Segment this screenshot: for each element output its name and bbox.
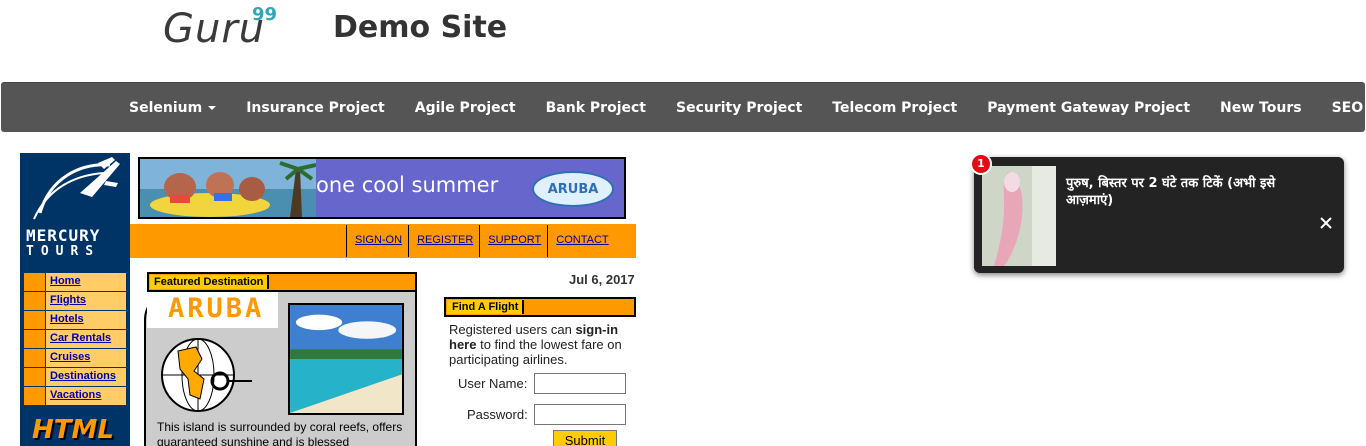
nav-item-payment-gateway-project[interactable]: Payment Gateway Project — [972, 100, 1205, 116]
notification-text[interactable]: पुरुष, बिस्तर पर 2 घंटे तक टिकें (अभी इस… — [1066, 175, 1302, 209]
find-flight-intro: Registered users can sign-in here to fin… — [449, 322, 636, 367]
side-menu-link[interactable]: Car Rentals — [46, 330, 126, 348]
nav-item-selenium[interactable]: Selenium — [114, 100, 231, 116]
side-menu-item-car-rentals[interactable]: Car Rentals — [24, 330, 126, 349]
side-menu-link[interactable]: Hotels — [46, 311, 126, 329]
side-menu-item-home[interactable]: Home — [24, 273, 126, 292]
featured-destination-text: This island is surrounded by coral reefs… — [157, 420, 403, 446]
mercury-tours-frame: MERCURY TOURS Home Flights Hotels Car Re… — [20, 153, 636, 446]
top-links: SIGN-ON REGISTER SUPPORT CONTACT — [346, 225, 615, 257]
side-menu-link[interactable]: Vacations — [46, 387, 126, 405]
side-menu-item-cruises[interactable]: Cruises — [24, 349, 126, 368]
register-link[interactable]: REGISTER — [408, 225, 479, 257]
featured-destination-title: ARUBA — [168, 293, 265, 324]
guru99-logo[interactable]: Guru — [163, 6, 265, 52]
side-menu-bullet — [24, 311, 46, 329]
globe-icon — [161, 338, 252, 412]
nav-item-telecom-project[interactable]: Telecom Project — [817, 100, 972, 116]
side-menu-bullet — [24, 349, 46, 367]
nav-item-agile-project[interactable]: Agile Project — [400, 100, 531, 116]
featured-destination-label: Featured Destination — [150, 275, 270, 289]
support-link[interactable]: SUPPORT — [479, 225, 547, 257]
submit-button[interactable]: Submit — [553, 430, 617, 446]
side-menu-item-vacations[interactable]: Vacations — [24, 387, 126, 406]
side-menu-bullet — [24, 368, 46, 386]
side-menu-link[interactable]: Home — [46, 273, 126, 291]
side-menu-link[interactable]: Flights — [46, 292, 126, 310]
aruba-banner-ad[interactable]: one cool summer ARUBA — [138, 157, 626, 219]
aruba-banner-logo: ARUBA — [532, 171, 614, 207]
side-menu-item-hotels[interactable]: Hotels — [24, 311, 126, 330]
username-input[interactable] — [534, 373, 626, 394]
site-title: Demo Site — [333, 10, 508, 45]
nav-label: SEO — [1331, 100, 1364, 116]
mercury-brand-line2: TOURS — [26, 244, 101, 259]
close-icon[interactable] — [1318, 215, 1334, 231]
featured-destination-bar: Featured Destination — [147, 272, 417, 292]
username-label: User Name: — [458, 376, 528, 391]
side-menu-bullet — [24, 273, 46, 291]
current-date: Jul 6, 2017 — [569, 272, 635, 287]
find-flight-bar: Find A Flight — [444, 297, 636, 317]
nav-list: Selenium Insurance Project Agile Project… — [114, 83, 1366, 133]
nav-item-new-tours[interactable]: New Tours — [1205, 100, 1317, 116]
nav-label: Selenium — [129, 100, 203, 116]
notification-count-badge: 1 — [970, 153, 992, 175]
side-menu: Home Flights Hotels Car Rentals Cruises … — [24, 273, 126, 406]
sign-in-text: sign-in — [575, 322, 619, 337]
side-menu-item-flights[interactable]: Flights — [24, 292, 126, 311]
main-navbar: Selenium Insurance Project Agile Project… — [1, 82, 1365, 132]
side-menu-bullet — [24, 330, 46, 348]
nav-item-insurance-project[interactable]: Insurance Project — [231, 100, 400, 116]
nav-item-seo[interactable]: SEO — [1317, 100, 1366, 116]
side-menu-bullet — [24, 387, 46, 405]
password-input[interactable] — [534, 404, 626, 425]
find-flight-label: Find A Flight — [447, 300, 525, 314]
nav-item-security-project[interactable]: Security Project — [661, 100, 817, 116]
intro-text: Registered users can — [449, 322, 576, 337]
banner-photo — [140, 159, 316, 217]
beach-photo — [288, 303, 404, 415]
side-menu-link[interactable]: Destinations — [46, 368, 126, 386]
banner-text: one cool summer — [316, 173, 499, 197]
side-menu-item-destinations[interactable]: Destinations — [24, 368, 126, 387]
guru99-logo-sup: 99 — [252, 4, 278, 25]
password-label: Password: — [467, 407, 528, 422]
airplane-icon — [33, 157, 120, 220]
contact-link[interactable]: CONTACT — [547, 225, 614, 257]
push-notification-ad[interactable]: 1 पुरुष, बिस्तर पर 2 घंटे तक टिकें (अभी … — [970, 153, 1344, 273]
mercury-left-column: MERCURY TOURS Home Flights Hotels Car Re… — [20, 153, 130, 446]
mercury-brand-line1: MERCURY — [26, 226, 101, 245]
sign-on-link[interactable]: SIGN-ON — [346, 225, 408, 257]
side-menu-link[interactable]: Cruises — [46, 349, 126, 367]
nav-item-bank-project[interactable]: Bank Project — [531, 100, 661, 116]
here-text: here — [449, 337, 477, 352]
caret-down-icon — [208, 106, 217, 110]
mercury-logo[interactable]: MERCURY TOURS — [20, 153, 130, 263]
html-badge: HTML — [32, 415, 114, 445]
side-menu-bullet — [24, 292, 46, 310]
notification-thumbnail — [982, 166, 1056, 266]
